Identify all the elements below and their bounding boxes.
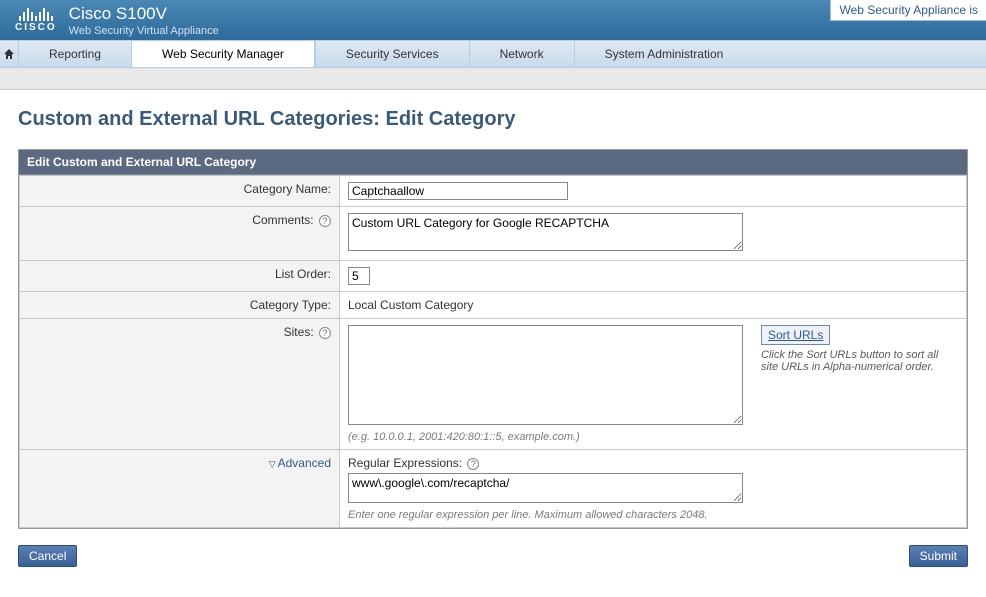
sites-hint: (e.g. 10.0.0.1, 2001:420:80:1::5, exampl… bbox=[348, 431, 743, 443]
sort-urls-hint: Click the Sort URLs button to sort all s… bbox=[761, 349, 958, 373]
submit-button[interactable]: Submit bbox=[909, 545, 968, 567]
comments-label: Comments: bbox=[252, 213, 313, 227]
page-title: Custom and External URL Categories: Edit… bbox=[18, 108, 968, 131]
product-name: Cisco S100V bbox=[69, 4, 219, 24]
product-subtitle: Web Security Virtual Appliance bbox=[69, 25, 219, 37]
product-block: Cisco S100V Web Security Virtual Applian… bbox=[69, 4, 219, 37]
category-name-label: Category Name: bbox=[20, 176, 340, 207]
category-type-label: Category Type: bbox=[20, 292, 340, 319]
sites-label: Sites: bbox=[284, 325, 314, 339]
form-table: Category Name: Comments: ? List Order: bbox=[19, 175, 967, 528]
regex-label: Regular Expressions: bbox=[348, 456, 462, 470]
panel-header: Edit Custom and External URL Category bbox=[19, 150, 967, 175]
list-order-input[interactable] bbox=[348, 267, 370, 285]
action-row: Cancel Submit bbox=[18, 545, 968, 567]
help-icon[interactable]: ? bbox=[319, 327, 331, 339]
cisco-logo-icon bbox=[19, 7, 53, 21]
list-order-label: List Order: bbox=[20, 261, 340, 292]
cisco-logo: CISCO bbox=[15, 7, 57, 33]
cisco-logo-text: CISCO bbox=[15, 22, 57, 33]
nav-reporting[interactable]: Reporting bbox=[18, 41, 131, 67]
content-area: Custom and External URL Categories: Edit… bbox=[0, 90, 986, 597]
nav-web-security-manager[interactable]: Web Security Manager bbox=[131, 41, 315, 67]
home-icon[interactable] bbox=[0, 41, 18, 67]
cancel-button[interactable]: Cancel bbox=[18, 545, 77, 567]
nav-security-services[interactable]: Security Services bbox=[315, 41, 469, 67]
chevron-down-icon: ▽ bbox=[269, 459, 276, 469]
advanced-toggle[interactable]: ▽Advanced bbox=[269, 456, 331, 470]
comments-textarea[interactable] bbox=[348, 213, 743, 251]
sort-urls-button[interactable]: Sort URLs bbox=[761, 325, 830, 345]
help-icon[interactable]: ? bbox=[319, 215, 331, 227]
subnav-strip bbox=[0, 68, 986, 90]
category-type-value: Local Custom Category bbox=[340, 292, 967, 319]
edit-category-panel: Edit Custom and External URL Category Ca… bbox=[18, 149, 968, 529]
sites-textarea[interactable] bbox=[348, 325, 743, 425]
regex-hint: Enter one regular expression per line. M… bbox=[348, 509, 958, 521]
appliance-status-tab[interactable]: Web Security Appliance is bbox=[830, 0, 986, 21]
top-bar: CISCO Cisco S100V Web Security Virtual A… bbox=[0, 0, 986, 40]
regex-textarea[interactable] bbox=[348, 473, 743, 503]
nav-system-administration[interactable]: System Administration bbox=[574, 41, 754, 67]
category-name-input[interactable] bbox=[348, 182, 568, 200]
nav-network[interactable]: Network bbox=[469, 41, 574, 67]
advanced-label: Advanced bbox=[278, 456, 331, 470]
main-nav: Reporting Web Security Manager Security … bbox=[0, 40, 986, 68]
help-icon[interactable]: ? bbox=[467, 458, 479, 470]
